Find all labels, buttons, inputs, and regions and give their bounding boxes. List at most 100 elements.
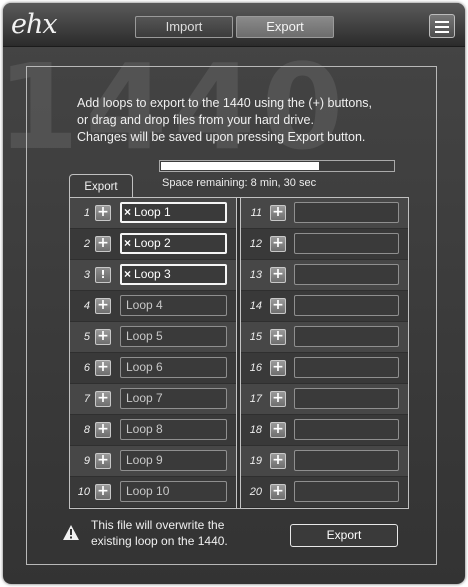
loop-name-field[interactable] — [294, 295, 399, 316]
export-list-tab[interactable]: Export — [69, 174, 133, 198]
add-loop-button[interactable]: + — [95, 484, 111, 500]
add-loop-button[interactable]: + — [95, 391, 111, 407]
loop-name-field[interactable] — [294, 202, 399, 223]
instructions-line: or drag and drop files from your hard dr… — [77, 113, 314, 127]
slot-column-left: 1 + × Loop 1 2 + × Loop 2 3! × Loop 3 4 + Loop 4 5 + Loo… — [70, 198, 237, 508]
slot-row: 17 + — [241, 384, 408, 414]
add-loop-button[interactable]: + — [270, 453, 286, 469]
loop-name-field[interactable]: Loop 7 — [120, 388, 227, 409]
add-loop-button[interactable]: + — [95, 360, 111, 376]
loop-name-field[interactable] — [294, 419, 399, 440]
warning-icon[interactable]: ! — [95, 267, 111, 283]
slot-number: 3 — [83, 269, 90, 281]
add-loop-button[interactable]: + — [95, 236, 111, 252]
add-loop-button[interactable]: + — [270, 484, 286, 500]
slot-number: 10 — [77, 486, 90, 498]
slot-number: 6 — [83, 362, 90, 374]
export-button[interactable]: Export — [290, 524, 398, 547]
loop-name-field[interactable]: Loop 9 — [120, 450, 227, 471]
remove-loop-icon[interactable]: × — [124, 267, 131, 281]
loop-name-field[interactable]: × Loop 2 — [120, 233, 227, 254]
loop-name-text: Loop 10 — [126, 484, 170, 498]
loop-name-field[interactable] — [294, 357, 399, 378]
slot-number: 17 — [249, 393, 262, 405]
slot-number: 12 — [249, 238, 262, 250]
top-bar: ehx Import Export — [3, 3, 465, 47]
app-window: ehx Import Export 1440 Add loops to expo… — [3, 3, 465, 584]
slot-row: 12 + — [241, 229, 408, 259]
loop-name-text: Loop 6 — [126, 360, 163, 374]
slot-number: 16 — [249, 362, 262, 374]
loop-name-text: Loop 3 — [134, 267, 171, 281]
loop-name-field[interactable]: Loop 5 — [120, 326, 227, 347]
loop-name-field[interactable]: Loop 8 — [120, 419, 227, 440]
loop-name-text: Loop 5 — [126, 329, 163, 343]
ehx-logo: ehx — [11, 9, 58, 40]
add-loop-button[interactable]: + — [270, 298, 286, 314]
remove-loop-icon[interactable]: × — [124, 236, 131, 250]
hamburger-menu-icon[interactable] — [429, 14, 455, 38]
warning-text-line: existing loop on the 1440. — [91, 534, 228, 548]
loop-name-text: Loop 7 — [126, 391, 163, 405]
slot-row: 19 + — [241, 446, 408, 476]
loop-slot-list: 1 + × Loop 1 2 + × Loop 2 3! × Loop 3 4 + Loop 4 5 + Loo… — [69, 197, 409, 509]
warning-text: This file will overwrite the existing lo… — [91, 517, 271, 549]
slot-row: 3! × Loop 3 — [70, 260, 236, 290]
slot-row: 14 + — [241, 291, 408, 321]
slot-number: 8 — [83, 424, 90, 436]
slot-row: 16 + — [241, 353, 408, 383]
add-loop-button[interactable]: + — [270, 329, 286, 345]
loop-name-field[interactable]: Loop 6 — [120, 357, 227, 378]
add-loop-button[interactable]: + — [95, 329, 111, 345]
slot-row: 8 + Loop 8 — [70, 415, 236, 445]
loop-name-field[interactable]: × Loop 3 — [120, 264, 227, 285]
loop-name-field[interactable] — [294, 326, 399, 347]
tab-import[interactable]: Import — [135, 16, 233, 38]
add-loop-button[interactable]: + — [95, 453, 111, 469]
loop-name-field[interactable]: Loop 4 — [120, 295, 227, 316]
slot-row: 1 + × Loop 1 — [70, 198, 236, 228]
slot-number: 9 — [83, 455, 90, 467]
remove-loop-icon[interactable]: × — [124, 205, 131, 219]
slot-row: 4 + Loop 4 — [70, 291, 236, 321]
loop-name-field[interactable] — [294, 450, 399, 471]
add-loop-button[interactable]: + — [95, 422, 111, 438]
slot-row: 10 + Loop 10 — [70, 477, 236, 507]
loop-name-field[interactable]: × Loop 1 — [120, 202, 227, 223]
loop-name-text: Loop 4 — [126, 298, 163, 312]
add-loop-button[interactable]: + — [270, 236, 286, 252]
slot-row: 13 + — [241, 260, 408, 290]
slot-number: 15 — [249, 331, 262, 343]
slot-row: 9 + Loop 9 — [70, 446, 236, 476]
instructions-line: Add loops to export to the 1440 using th… — [77, 96, 372, 110]
loop-name-text: Loop 2 — [134, 236, 171, 250]
add-loop-button[interactable]: + — [95, 298, 111, 314]
slot-number: 2 — [83, 238, 90, 250]
add-loop-button[interactable]: + — [270, 267, 286, 283]
warning-text-line: This file will overwrite the — [91, 518, 225, 532]
add-loop-button[interactable]: + — [270, 205, 286, 221]
loop-name-text: Loop 1 — [134, 205, 171, 219]
slot-number: 11 — [250, 207, 262, 219]
add-loop-button[interactable]: + — [270, 391, 286, 407]
slot-row: 5 + Loop 5 — [70, 322, 236, 352]
loop-name-field[interactable] — [294, 388, 399, 409]
loop-name-field[interactable] — [294, 264, 399, 285]
instructions-text: Add loops to export to the 1440 using th… — [77, 95, 407, 146]
loop-name-text: Loop 8 — [126, 422, 163, 436]
loop-name-field[interactable]: Loop 10 — [120, 481, 227, 502]
slot-number: 19 — [249, 455, 262, 467]
add-loop-button[interactable]: + — [270, 360, 286, 376]
warning-triangle-icon — [63, 525, 79, 540]
loop-name-field[interactable] — [294, 481, 399, 502]
slot-number: 14 — [249, 300, 262, 312]
add-loop-button[interactable]: + — [95, 205, 111, 221]
slot-number: 4 — [83, 300, 90, 312]
loop-name-field[interactable] — [294, 233, 399, 254]
add-loop-button[interactable]: + — [270, 422, 286, 438]
slot-column-right: 11 +12 +13 +14 +15 +16 +17 +18 +19 +20 + — [240, 198, 408, 508]
slot-number: 1 — [83, 207, 90, 219]
tab-export[interactable]: Export — [236, 16, 334, 38]
slot-number: 7 — [83, 393, 90, 405]
space-progress-bar — [159, 160, 395, 172]
